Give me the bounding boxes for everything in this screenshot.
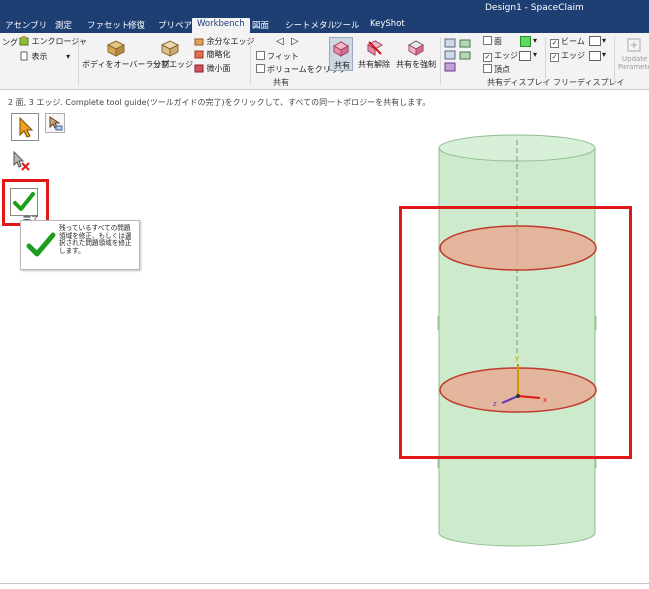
shared-faces-highlight-frame <box>399 206 632 459</box>
viewport-bottom-border <box>0 583 649 584</box>
